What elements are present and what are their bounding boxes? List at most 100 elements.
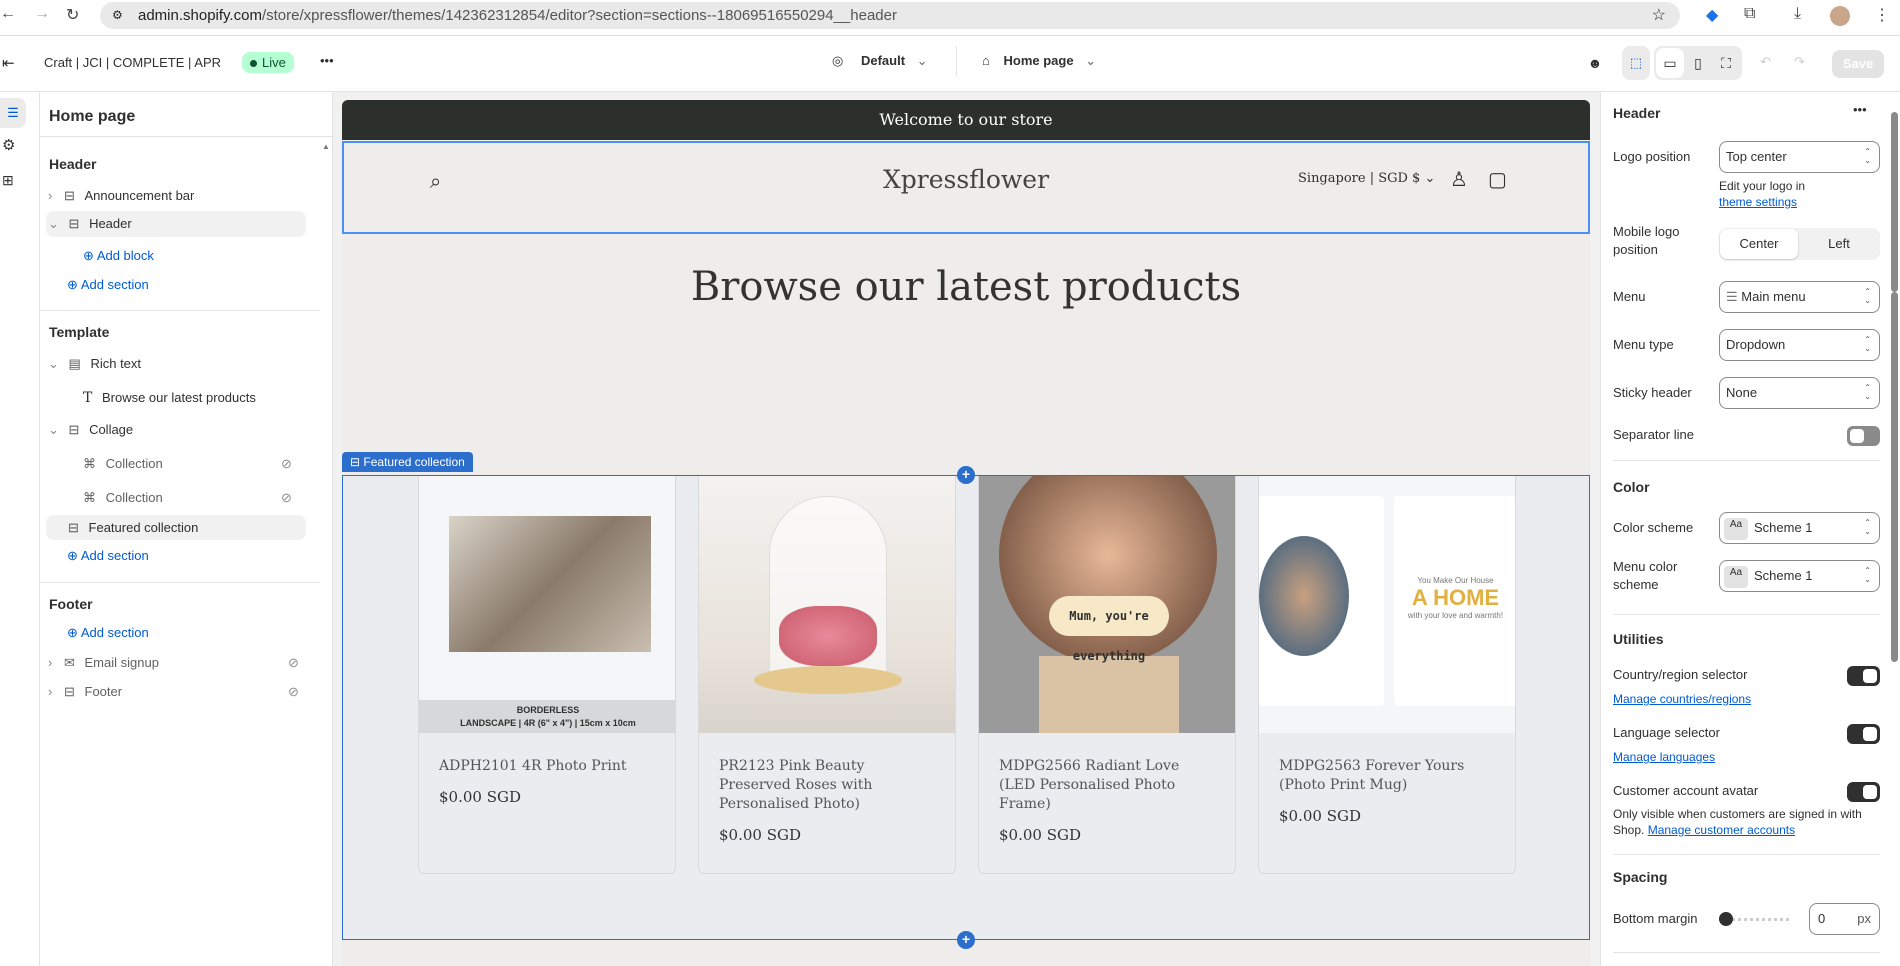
country-selector-toggle[interactable] xyxy=(1847,666,1880,686)
section-featured-collection[interactable]: ⊟ Featured collection xyxy=(46,515,306,540)
product-price: $0.00 SGD xyxy=(439,788,521,806)
browser-menu-icon[interactable]: ⋮ xyxy=(1874,5,1890,25)
page-selector[interactable]: ⌂ Home page ⌄ xyxy=(982,53,1096,69)
sections-icon[interactable]: ☰ xyxy=(0,98,26,128)
fullscreen-icon[interactable]: ⛶ xyxy=(1712,48,1740,78)
icon-rail: ☰ ⚙ ⊞ xyxy=(0,92,40,966)
color-scheme-select[interactable]: Aa Scheme 1 xyxy=(1719,512,1880,544)
manage-customer-accounts-link[interactable]: Manage customer accounts xyxy=(1648,823,1795,837)
bookmark-star-icon[interactable]: ☆ xyxy=(1652,2,1666,29)
section-announcement-bar[interactable]: › ⊟ Announcement bar xyxy=(46,184,306,208)
address-bar[interactable]: ⚙ admin.shopify.com/store/xpressflower/t… xyxy=(100,2,1680,29)
settings-panel: Header ••• Logo position Top center Edit… xyxy=(1600,92,1900,966)
product-card[interactable]: Mum, you're everything MDPG2566 Radiant … xyxy=(978,476,1236,874)
redo-icon[interactable]: ↷ xyxy=(1794,54,1805,70)
add-section-button[interactable]: ⊕ Add section xyxy=(67,548,149,564)
cart-icon[interactable]: ▢ xyxy=(1488,167,1507,192)
product-title[interactable]: ADPH2101 4R Photo Print xyxy=(439,757,659,776)
manage-countries-link[interactable]: Manage countries/regions xyxy=(1613,690,1751,708)
option-left[interactable]: Left xyxy=(1799,229,1879,259)
scrollbar-thumb[interactable] xyxy=(1891,292,1898,662)
mobile-icon[interactable]: ▯ xyxy=(1684,48,1712,78)
logo-position-select[interactable]: Top center xyxy=(1719,141,1880,173)
block-collection[interactable]: ⌘ Collection ⊘ xyxy=(83,452,303,476)
scrollbar-thumb[interactable] xyxy=(1891,112,1898,292)
sidekick-icon[interactable]: ☻ xyxy=(1580,48,1610,78)
theme-settings-link[interactable]: theme settings xyxy=(1719,193,1797,211)
section-rich-text[interactable]: ⌄ ▤ Rich text xyxy=(46,352,141,376)
profile-avatar[interactable] xyxy=(1830,6,1850,26)
section-header[interactable]: ⌄ ⊟ Header xyxy=(46,211,306,237)
divider xyxy=(40,310,320,311)
bottom-margin-input[interactable]: 0 px xyxy=(1809,903,1880,935)
add-section-plus-icon[interactable]: + xyxy=(957,931,975,949)
product-title[interactable]: PR2123 Pink Beauty Preserved Roses with … xyxy=(719,757,939,814)
eye-hidden-icon[interactable]: ⊘ xyxy=(281,486,292,510)
section-email-signup[interactable]: › ✉ Email signup ⊘ xyxy=(46,651,306,675)
add-section-button[interactable]: ⊕ Add section xyxy=(67,625,149,641)
product-price: $0.00 SGD xyxy=(1279,807,1361,825)
product-title[interactable]: MDPG2566 Radiant Love (LED Personalised … xyxy=(999,757,1219,814)
announcement-bar[interactable]: Welcome to our store xyxy=(342,100,1590,140)
exit-icon[interactable]: ⇤ xyxy=(2,54,15,72)
undo-icon[interactable]: ↶ xyxy=(1760,54,1771,70)
view-selector[interactable]: ◎ Default ⌄ xyxy=(832,53,928,69)
featured-collection-tag[interactable]: ⊟ Featured collection xyxy=(342,452,473,472)
section-label: Collage xyxy=(89,422,134,437)
add-section-label: Add section xyxy=(80,548,149,563)
group-heading-template: Template xyxy=(49,324,110,340)
scheme-swatch-icon: Aa xyxy=(1724,565,1748,588)
scroll-up-arrow[interactable]: ▲ xyxy=(322,142,330,151)
add-block-button[interactable]: ⊕ Add block xyxy=(83,248,154,264)
rich-text-heading[interactable]: Browse our latest products xyxy=(342,264,1590,310)
localization-selector[interactable]: Singapore | SGD $ ⌄ xyxy=(1298,171,1435,186)
more-actions-button[interactable]: ••• xyxy=(1853,102,1867,117)
extension-tag-icon[interactable]: ◆ xyxy=(1706,5,1718,25)
save-button[interactable]: Save xyxy=(1832,50,1884,78)
product-title[interactable]: MDPG2563 Forever Yours (Photo Print Mug) xyxy=(1279,757,1499,795)
sticky-header-select[interactable]: None xyxy=(1719,377,1880,409)
site-info-icon[interactable]: ⚙ xyxy=(112,2,123,29)
inspector-toggle[interactable]: ⬚ xyxy=(1622,46,1650,80)
menu-type-select[interactable]: Dropdown xyxy=(1719,329,1880,361)
account-icon[interactable]: ♙ xyxy=(1450,167,1468,192)
eye-hidden-icon[interactable]: ⊘ xyxy=(288,680,299,704)
section-footer[interactable]: › ⊟ Footer ⊘ xyxy=(46,680,306,704)
store-header[interactable]: ⌕ Xpressflower Singapore | SGD $ ⌄ ♙ ▢ xyxy=(342,141,1590,234)
separator-line-toggle[interactable] xyxy=(1847,426,1880,446)
section-collage[interactable]: ⌄ ⊟ Collage xyxy=(46,418,133,442)
eye-hidden-icon[interactable]: ⊘ xyxy=(281,452,292,476)
reload-icon[interactable]: ↻ xyxy=(66,5,79,25)
chevron-right-icon: › xyxy=(48,188,53,203)
block-collection[interactable]: ⌘ Collection ⊘ xyxy=(83,486,303,510)
download-icon[interactable]: ⤓ xyxy=(1794,5,1801,23)
add-section-plus-icon[interactable]: + xyxy=(957,466,975,484)
product-card[interactable]: BORDERLESS LANDSCAPE | 4R (6" x 4") | 15… xyxy=(418,476,676,874)
language-selector-toggle[interactable] xyxy=(1847,724,1880,744)
home-icon: ⌂ xyxy=(982,53,990,68)
featured-collection-section[interactable]: + + BORDERLESS LANDSCAPE | 4R (6" x 4") … xyxy=(342,466,1590,949)
option-center[interactable]: Center xyxy=(1720,229,1798,259)
desktop-icon[interactable]: ▭ xyxy=(1656,48,1684,78)
section-label: Footer xyxy=(84,684,123,699)
menu-select[interactable]: ☰ Main menu xyxy=(1719,281,1880,313)
divider xyxy=(956,46,957,76)
manage-languages-link[interactable]: Manage languages xyxy=(1613,748,1715,766)
forward-icon[interactable]: → xyxy=(34,5,50,23)
bottom-margin-slider-thumb[interactable] xyxy=(1719,912,1733,926)
back-icon[interactable]: ← xyxy=(0,5,16,23)
view-label: Default xyxy=(860,53,906,68)
logo-position-label: Logo position xyxy=(1613,149,1691,164)
product-card[interactable]: PR2123 Pink Beauty Preserved Roses with … xyxy=(698,476,956,874)
block-heading[interactable]: T Browse our latest products xyxy=(83,386,256,410)
section-icon: ⊟ xyxy=(63,684,75,699)
settings-gear-icon[interactable]: ⚙ xyxy=(2,136,15,154)
product-card[interactable]: You Make Our House A HOME with your love… xyxy=(1258,476,1516,874)
extensions-puzzle-icon[interactable]: ⧉ xyxy=(1744,5,1755,23)
menu-color-scheme-select[interactable]: Aa Scheme 1 xyxy=(1719,560,1880,592)
add-section-button[interactable]: ⊕ Add section xyxy=(67,277,149,293)
eye-hidden-icon[interactable]: ⊘ xyxy=(288,651,299,675)
theme-actions-button[interactable]: ••• xyxy=(320,53,334,68)
apps-icon[interactable]: ⊞ xyxy=(2,172,14,189)
customer-avatar-toggle[interactable] xyxy=(1847,782,1880,802)
